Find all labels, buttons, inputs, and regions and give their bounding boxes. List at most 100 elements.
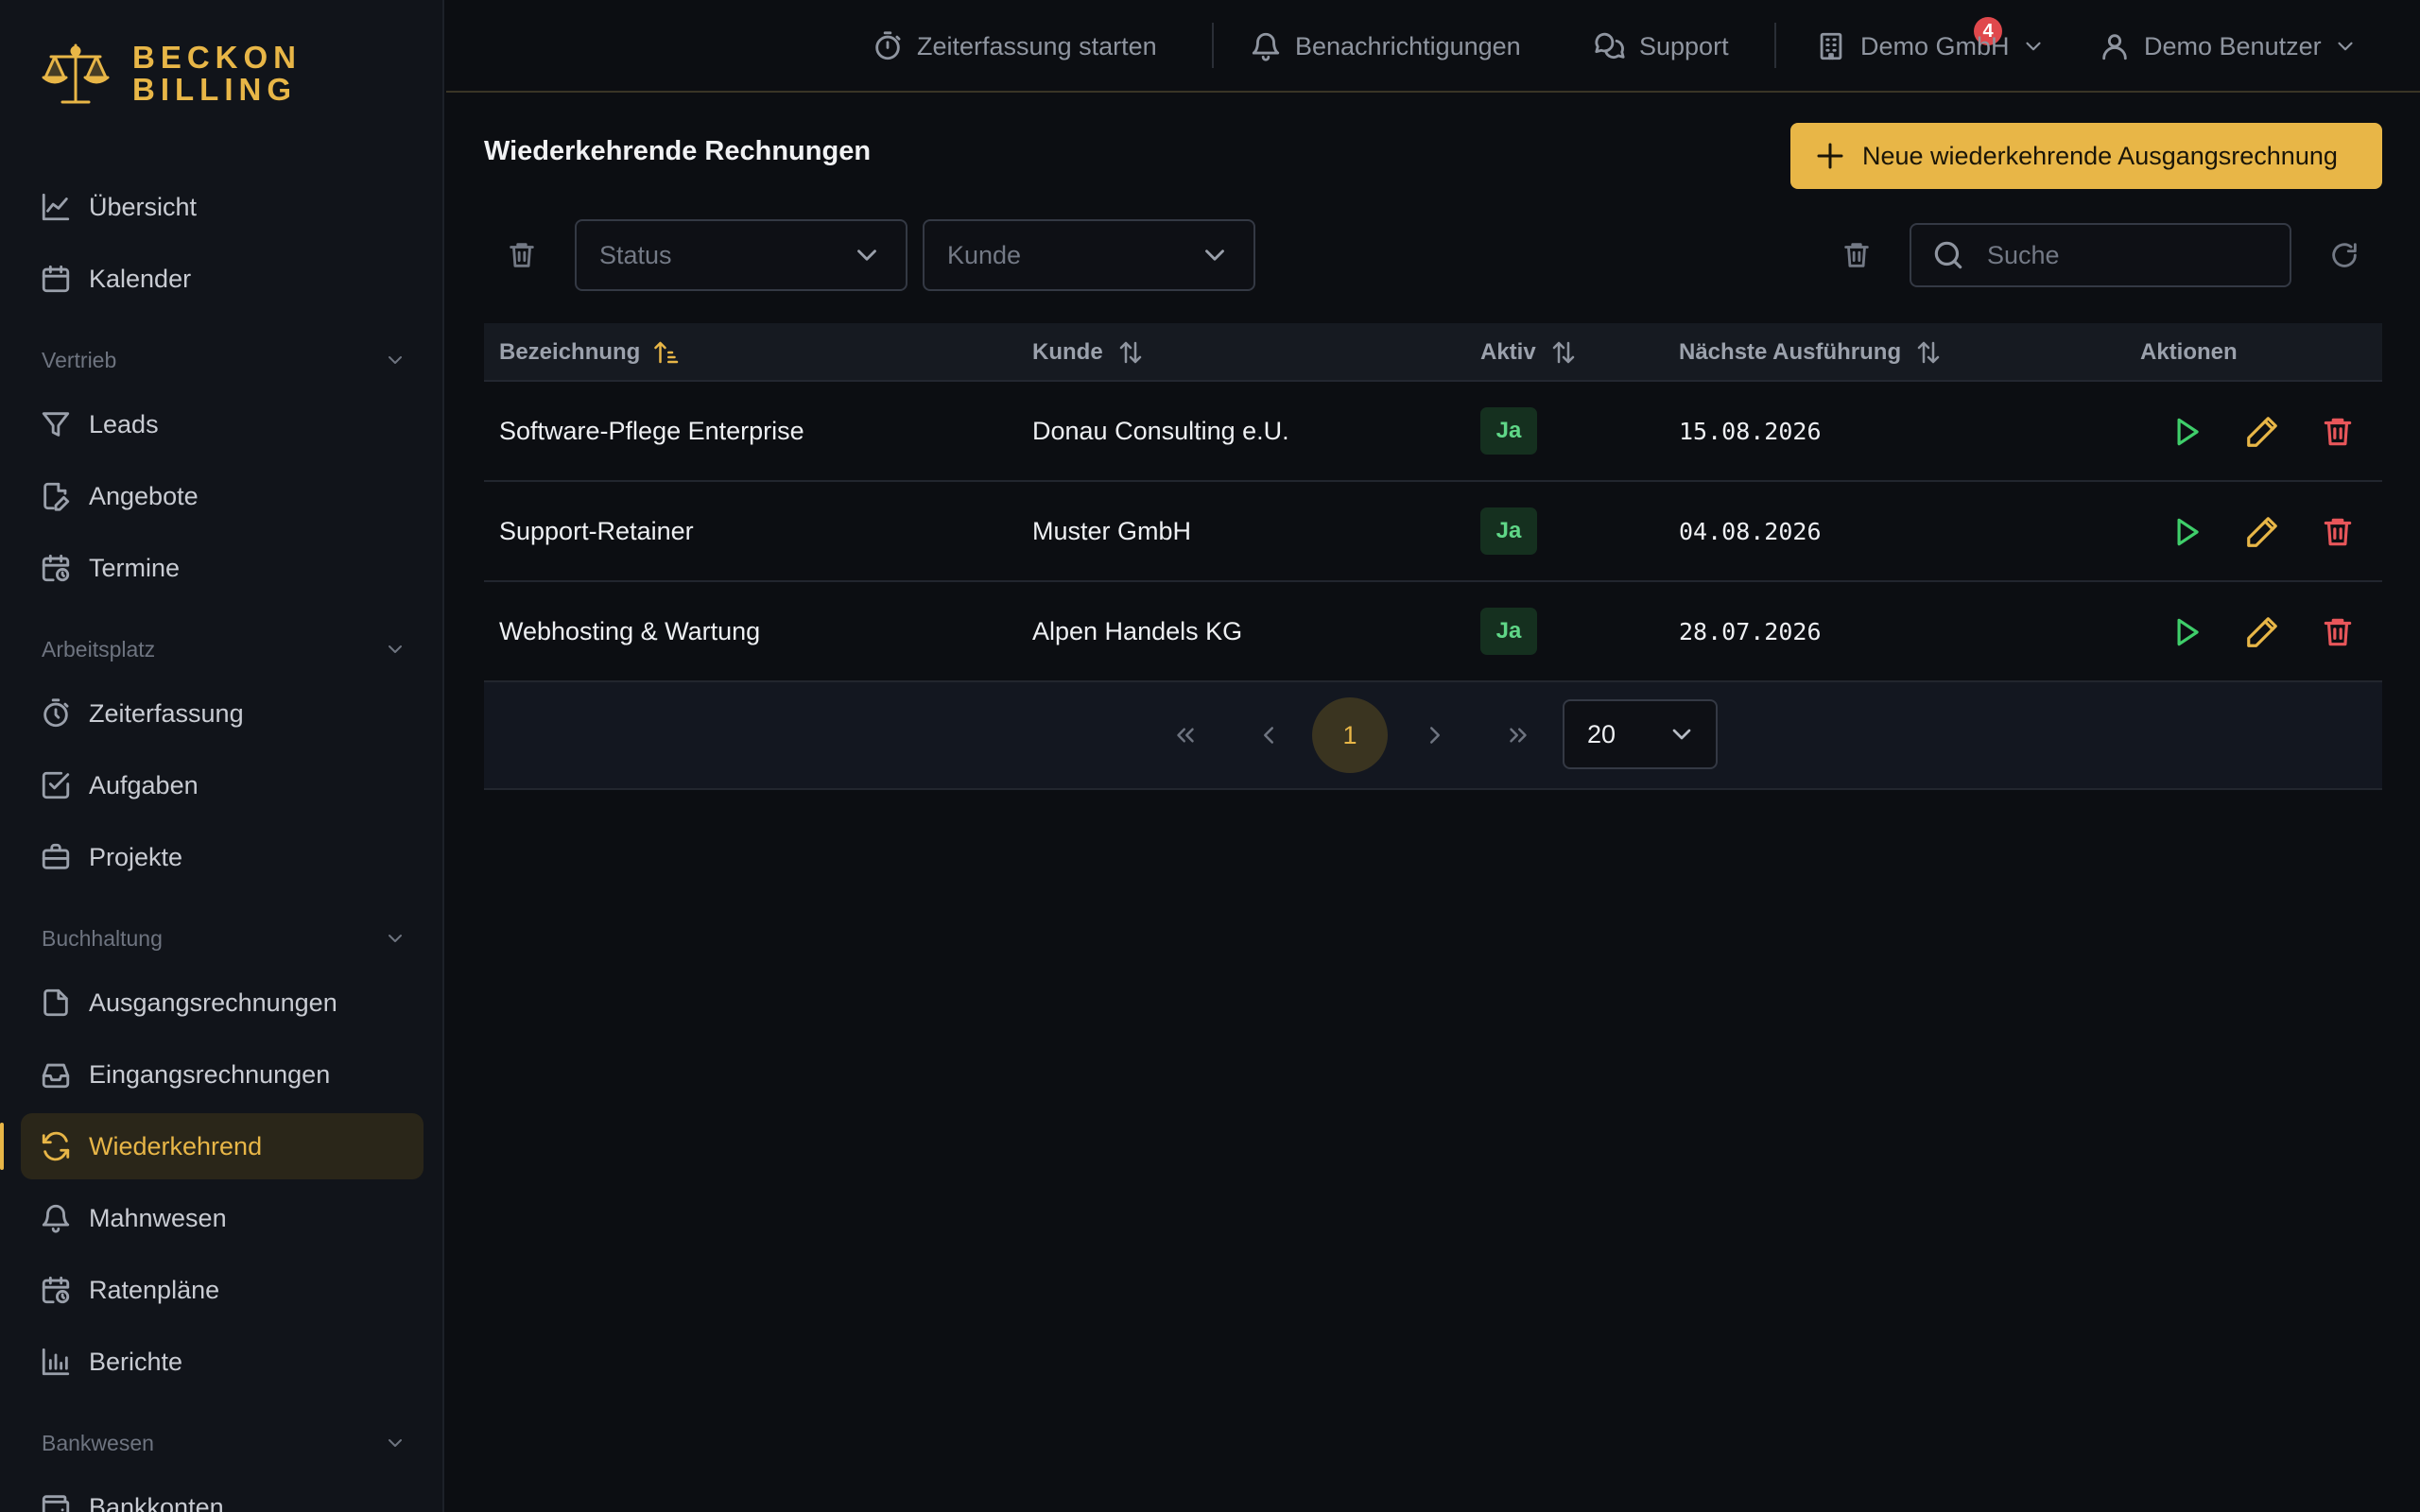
sidebar-section-accounting[interactable]: Buchhaltung xyxy=(21,915,424,962)
delete-button[interactable] xyxy=(2320,514,2356,550)
page-size-select[interactable]: 20 xyxy=(1563,699,1718,769)
sidebar-item-outgoing-invoices[interactable]: Ausgangsrechnungen xyxy=(21,970,424,1036)
user-label: Demo Benutzer xyxy=(2144,31,2322,60)
table-row[interactable]: Support-Retainer Muster GmbH Ja 04.08.20… xyxy=(484,482,2382,582)
funnel-icon xyxy=(42,412,70,437)
trash-icon xyxy=(1844,243,1869,267)
bell-icon xyxy=(42,1204,70,1233)
sidebar-section-sales[interactable]: Vertrieb xyxy=(21,336,424,384)
sidebar-item-quotes[interactable]: Angebote xyxy=(21,463,424,529)
status-filter-placeholder: Status xyxy=(599,240,672,269)
sidebar-item-installments[interactable]: Ratenpläne xyxy=(21,1257,424,1323)
brand-logo[interactable]: BECKON BILLING xyxy=(38,36,302,112)
sidebar-item-incoming-invoices[interactable]: Eingangsrechnungen xyxy=(21,1041,424,1108)
sidebar-item-label: Eingangsrechnungen xyxy=(89,1059,331,1089)
stopwatch-icon xyxy=(43,698,69,728)
run-now-button[interactable] xyxy=(2169,514,2204,550)
column-header-active[interactable]: Aktiv xyxy=(1480,323,1578,382)
clear-search-button[interactable] xyxy=(1838,236,1876,274)
next-page-button[interactable] xyxy=(1410,711,1460,760)
sidebar-item-recurring[interactable]: Wiederkehrend xyxy=(0,1113,424,1179)
table-row[interactable]: Webhosting & Wartung Alpen Handels KG Ja… xyxy=(484,582,2382,682)
run-now-button[interactable] xyxy=(2169,614,2204,650)
cell-active: Ja xyxy=(1480,382,1537,480)
sidebar-section-banking[interactable]: Bankwesen xyxy=(21,1419,424,1467)
search-input[interactable] xyxy=(1987,240,2271,270)
sidebar-item-appointments[interactable]: Termine xyxy=(21,535,424,601)
current-page-button[interactable]: 1 xyxy=(1312,697,1388,773)
brand-line-1: BECKON xyxy=(132,40,302,75)
column-label: Aktionen xyxy=(2140,339,2238,365)
company-label: Demo GmbH xyxy=(1860,31,2010,60)
sidebar-item-label: Ausgangsrechnungen xyxy=(89,988,337,1017)
new-recurring-invoice-button[interactable]: Neue wiederkehrende Ausgangsrechnung xyxy=(1790,123,2382,189)
sidebar-item-time-tracking[interactable]: Zeiterfassung xyxy=(21,680,424,747)
calendar-clock-icon xyxy=(42,1276,70,1304)
cell-customer: Alpen Handels KG xyxy=(1032,616,1243,645)
section-label: Arbeitsplatz xyxy=(42,636,156,662)
plus-icon xyxy=(1817,143,1843,169)
pencil-icon xyxy=(2247,617,2277,647)
edit-button[interactable] xyxy=(2244,414,2280,450)
cell-name: Webhosting & Wartung xyxy=(499,616,761,645)
trash-icon xyxy=(2324,518,2352,546)
sidebar-item-leads[interactable]: Leads xyxy=(21,391,424,457)
building-icon xyxy=(1820,32,1842,60)
topbar-divider xyxy=(1212,23,1214,68)
customer-filter-select[interactable]: Kunde xyxy=(923,219,1255,291)
sidebar-section-workplace[interactable]: Arbeitsplatz xyxy=(21,626,424,673)
cell-active: Ja xyxy=(1480,582,1537,680)
run-now-button[interactable] xyxy=(2169,414,2204,450)
notifications-button[interactable]: Benachrichtigungen xyxy=(1250,26,1521,66)
sort-icon xyxy=(1552,341,1574,364)
clear-filters-button[interactable] xyxy=(503,236,541,274)
edit-button[interactable] xyxy=(2244,614,2280,650)
sidebar-item-reports[interactable]: Berichte xyxy=(21,1329,424,1395)
active-status-badge: Ja xyxy=(1480,608,1537,655)
column-header-next-run[interactable]: Nächste Ausführung xyxy=(1679,323,1943,382)
cell-name: Software-Pflege Enterprise xyxy=(499,416,804,445)
sidebar-item-tasks[interactable]: Aufgaben xyxy=(21,752,424,818)
column-header-customer[interactable]: Kunde xyxy=(1032,323,1145,382)
table-row[interactable]: Software-Pflege Enterprise Donau Consult… xyxy=(484,382,2382,482)
sidebar-item-overview[interactable]: Übersicht xyxy=(21,174,424,240)
column-label: Kunde xyxy=(1032,339,1103,365)
section-label: Buchhaltung xyxy=(42,925,163,951)
sort-ascending-icon xyxy=(654,341,679,364)
previous-page-button[interactable] xyxy=(1244,711,1293,760)
cell-customer: Donau Consulting e.U. xyxy=(1032,416,1289,445)
last-page-button[interactable] xyxy=(1494,711,1543,760)
company-switcher[interactable]: Demo GmbH xyxy=(1815,26,2046,66)
edit-button[interactable] xyxy=(2244,514,2280,550)
status-filter-select[interactable]: Status xyxy=(575,219,908,291)
sidebar-item-label: Übersicht xyxy=(89,192,198,221)
sidebar-item-dunning[interactable]: Mahnwesen xyxy=(21,1185,424,1251)
sort-icon xyxy=(1119,341,1141,364)
pencil-icon xyxy=(2247,517,2277,547)
topbar-divider xyxy=(1774,23,1776,68)
column-header-name[interactable]: Bezeichnung xyxy=(499,323,682,382)
new-recurring-invoice-label: Neue wiederkehrende Ausgangsrechnung xyxy=(1862,141,2338,170)
column-label: Bezeichnung xyxy=(499,339,641,365)
support-button[interactable]: Support xyxy=(1594,26,1729,66)
user-menu[interactable]: Demo Benutzer xyxy=(2099,26,2358,66)
sidebar-item-projects[interactable]: Projekte xyxy=(21,824,424,890)
first-page-button[interactable] xyxy=(1161,711,1210,760)
refresh-button[interactable] xyxy=(2325,236,2363,274)
start-time-tracking-button[interactable]: Zeiterfassung starten xyxy=(872,26,1157,66)
sidebar-item-bank-accounts[interactable]: Bankkonten xyxy=(21,1474,424,1512)
search-box xyxy=(1910,223,2291,287)
chevron-down-icon xyxy=(1672,729,1691,740)
delete-button[interactable] xyxy=(2320,414,2356,450)
inbox-icon xyxy=(42,1063,70,1089)
active-status-badge: Ja xyxy=(1480,407,1537,455)
checkbox-icon xyxy=(42,771,70,799)
search-icon xyxy=(1934,241,1962,269)
stopwatch-icon xyxy=(875,31,901,60)
sidebar-item-label: Projekte xyxy=(89,842,183,871)
sidebar-item-calendar[interactable]: Kalender xyxy=(21,246,424,312)
sidebar-item-label: Berichte xyxy=(89,1347,183,1376)
delete-button[interactable] xyxy=(2320,614,2356,650)
column-label: Aktiv xyxy=(1480,339,1536,365)
sidebar-item-label: Ratenpläne xyxy=(89,1275,220,1304)
